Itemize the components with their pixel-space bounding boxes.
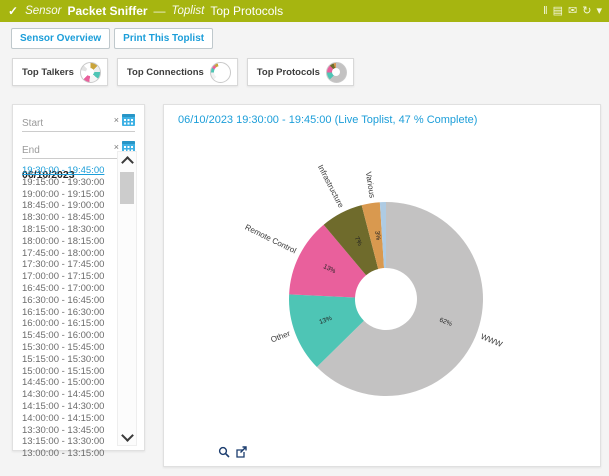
start-date-row: × xyxy=(22,113,135,132)
time-range-link[interactable]: 18:30:00 - 18:45:00 xyxy=(22,212,117,224)
report-icon[interactable]: ▤ xyxy=(553,0,563,22)
slice-category-label: Various xyxy=(364,171,377,199)
time-range-link[interactable]: 18:00:00 - 18:15:00 xyxy=(22,236,117,248)
toplist-tab-label: Top Protocols xyxy=(257,67,320,78)
toolbar-button[interactable]: Print This Toplist xyxy=(114,28,213,49)
pie-chart-icon xyxy=(80,62,101,83)
toplist-chart-panel: 06/10/2023 19:30:00 - 19:45:00 (Live Top… xyxy=(163,104,601,467)
slice-category-label: Infrastructure xyxy=(316,163,346,210)
time-range-link[interactable]: 17:00:00 - 17:15:00 xyxy=(22,271,117,283)
time-range-list: 19:30:00 - 19:45:0019:15:00 - 19:30:0019… xyxy=(22,165,117,460)
toplist-title: 06/10/2023 19:30:00 - 19:45:00 (Live Top… xyxy=(178,114,477,126)
time-range-link[interactable]: 14:45:00 - 15:00:00 xyxy=(22,377,117,389)
time-range-link[interactable]: 13:30:00 - 13:45:00 xyxy=(22,425,117,437)
time-range-link[interactable]: 19:30:00 - 19:45:00 xyxy=(22,165,117,177)
header-action-icons: ‖▤✉↻▾ xyxy=(543,0,602,22)
time-range-link[interactable]: 16:45:00 - 17:00:00 xyxy=(22,283,117,295)
time-range-link[interactable]: 18:45:00 - 19:00:00 xyxy=(22,200,117,212)
chart-footer-icons xyxy=(218,446,247,458)
sensor-header-bar: ✓ Sensor Packet Sniffer — Toplist Top Pr… xyxy=(0,0,609,22)
sensor-name: Packet Sniffer xyxy=(68,4,148,18)
toolbar-button[interactable]: Sensor Overview xyxy=(11,28,110,49)
caret-down-icon[interactable]: ▾ xyxy=(596,0,602,22)
toolbar: Sensor OverviewPrint This Toplist xyxy=(11,28,213,49)
time-range-link[interactable]: 13:00:00 - 13:15:00 xyxy=(22,448,117,460)
toplist-label: Toplist xyxy=(172,5,205,17)
time-range-link[interactable]: 14:30:00 - 14:45:00 xyxy=(22,389,117,401)
open-external-icon[interactable] xyxy=(235,446,247,458)
time-range-link[interactable]: 18:15:00 - 18:30:00 xyxy=(22,224,117,236)
time-range-link[interactable]: 16:30:00 - 16:45:00 xyxy=(22,295,117,307)
time-list-scrollbar[interactable] xyxy=(117,151,137,446)
time-range-link[interactable]: 17:45:00 - 18:00:00 xyxy=(22,248,117,260)
time-range-panel: × × xyxy=(12,104,145,451)
time-range-link[interactable]: 16:00:00 - 16:15:00 xyxy=(22,318,117,330)
toplist-tabs: Top Talkers Top Connections Top Protocol… xyxy=(12,58,354,86)
time-range-link[interactable]: 15:00:00 - 15:15:00 xyxy=(22,366,117,378)
scroll-up-icon[interactable] xyxy=(118,152,136,168)
prtg-toplist-page: ✓ Sensor Packet Sniffer — Toplist Top Pr… xyxy=(0,0,609,476)
clear-start-icon[interactable]: × xyxy=(114,114,119,126)
time-range-link[interactable]: 17:30:00 - 17:45:00 xyxy=(22,259,117,271)
zoom-icon[interactable] xyxy=(218,446,230,458)
time-range-link[interactable]: 19:15:00 - 19:30:00 xyxy=(22,177,117,189)
status-ok-icon: ✓ xyxy=(8,4,18,18)
start-date-input[interactable] xyxy=(22,116,102,131)
calendar-icon[interactable] xyxy=(122,114,135,126)
time-range-link[interactable]: 15:30:00 - 15:45:00 xyxy=(22,342,117,354)
protocols-donut-chart: 62%WWW13%Other13%Remote Control7%Infrast… xyxy=(164,133,602,449)
toplist-tab[interactable]: Top Connections xyxy=(117,58,238,86)
pause-icon[interactable]: ‖ xyxy=(543,0,548,22)
slice-category-label: Other xyxy=(270,329,292,345)
time-range-link[interactable]: 16:15:00 - 16:30:00 xyxy=(22,307,117,319)
toplist-tab-label: Top Talkers xyxy=(22,67,74,78)
toplist-tab[interactable]: Top Protocols xyxy=(247,58,354,86)
time-range-link[interactable]: 19:00:00 - 19:15:00 xyxy=(22,189,117,201)
toplist-tab-label: Top Connections xyxy=(127,67,204,78)
slice-category-label: Remote Control xyxy=(244,223,298,256)
refresh-icon[interactable]: ↻ xyxy=(582,0,591,22)
slice-category-label: WWW xyxy=(479,332,504,349)
header-separator: — xyxy=(154,4,166,18)
end-date-input[interactable] xyxy=(22,143,102,158)
time-range-link[interactable]: 13:15:00 - 13:30:00 xyxy=(22,436,117,448)
sensor-type-label: Sensor xyxy=(25,5,61,17)
time-range-link[interactable]: 14:00:00 - 14:15:00 xyxy=(22,413,117,425)
pie-chart-icon xyxy=(210,62,231,83)
toplist-name: Top Protocols xyxy=(210,4,283,18)
pie-chart-icon xyxy=(326,62,347,83)
time-range-link[interactable]: 15:15:00 - 15:30:00 xyxy=(22,354,117,366)
scroll-down-icon[interactable] xyxy=(118,429,136,445)
time-range-link[interactable]: 15:45:00 - 16:00:00 xyxy=(22,330,117,342)
scrollbar-thumb[interactable] xyxy=(120,172,134,204)
time-range-link[interactable]: 14:15:00 - 14:30:00 xyxy=(22,401,117,413)
toplist-tab[interactable]: Top Talkers xyxy=(12,58,108,86)
email-icon[interactable]: ✉ xyxy=(568,0,577,22)
